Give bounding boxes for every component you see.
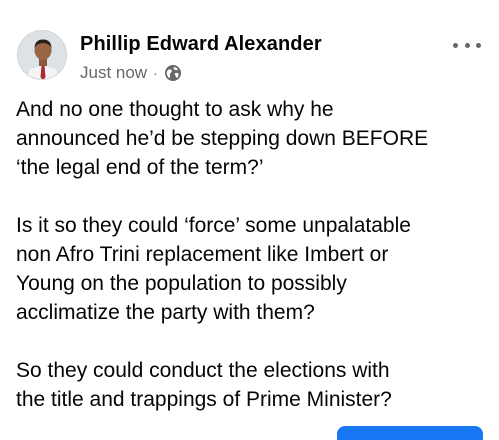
post-paragraph: Is it so they could ‘force’ some unpalat… <box>16 214 411 324</box>
more-dot <box>464 42 470 48</box>
post-meta: Just now · <box>80 62 182 84</box>
more-options-icon[interactable] <box>453 38 481 52</box>
more-dot <box>476 42 481 48</box>
post-paragraph: So they could conduct the elections with… <box>16 359 392 411</box>
facebook-post: Phillip Edward Alexander Just now · And … <box>0 0 499 440</box>
profile-photo <box>18 31 66 79</box>
globe-icon[interactable] <box>164 64 182 82</box>
post-paragraph: And no one thought to ask why he announc… <box>16 98 429 179</box>
post-body: And no one thought to ask why he announc… <box>16 95 486 414</box>
more-dot <box>453 42 458 48</box>
author-name[interactable]: Phillip Edward Alexander <box>80 33 322 56</box>
partial-action-button[interactable] <box>337 426 483 440</box>
avatar[interactable] <box>17 30 67 80</box>
meta-separator: · <box>153 65 158 81</box>
timestamp[interactable]: Just now <box>80 63 147 83</box>
